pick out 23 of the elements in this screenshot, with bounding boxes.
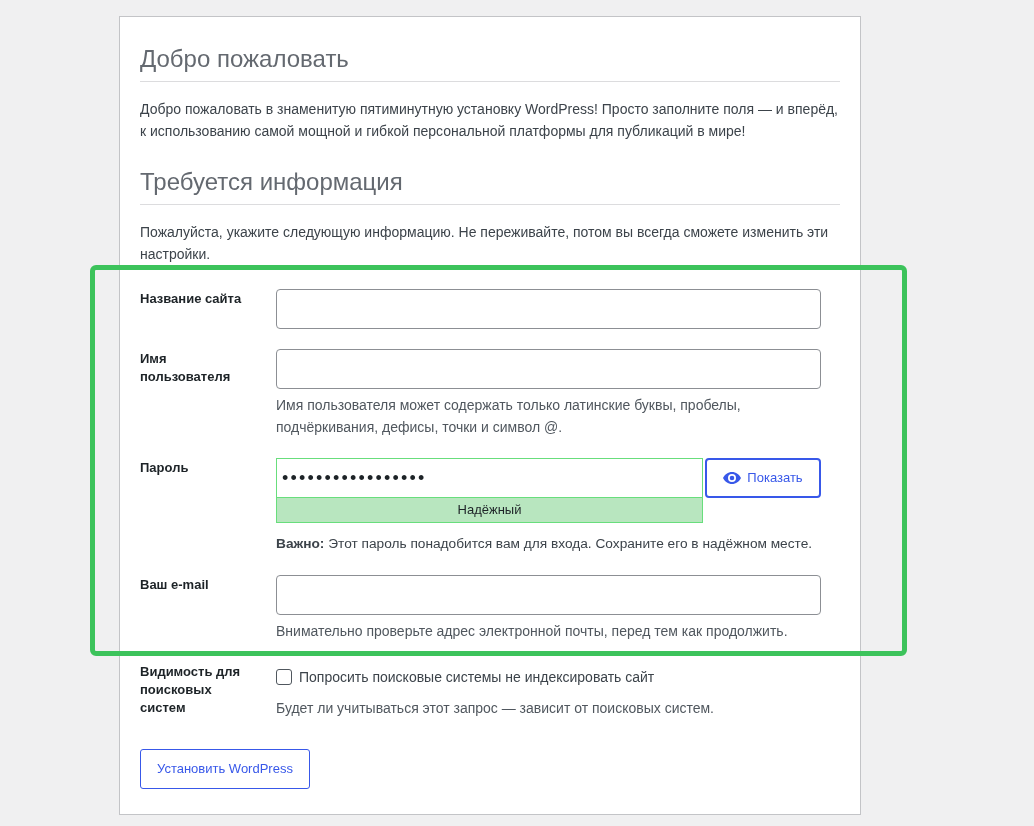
section-heading: Добро пожаловать: [140, 43, 840, 82]
field-label: Пароль: [140, 459, 190, 477]
intro-text: Добро пожаловать в знаменитую пятиминутную установку WordPress! Просто заполните поля — и вперёд, к использованию самой мощной и гибкой персональной платформы для публикаций в мире!: [140, 100, 839, 141]
intro-text: Пожалуйста, укажите следующую информацию. Не переживайте, потом вы всегда сможете изменить эти настройки.: [140, 223, 830, 264]
text-input[interactable]: [276, 349, 821, 389]
field-hint: Будет ли учитываться этот запрос — зависит от поисковых систем.: [276, 699, 715, 718]
checkbox[interactable]: [276, 669, 292, 685]
field-hint: Внимательно проверьте адрес электронной почты, перед тем как продолжить.: [276, 622, 789, 641]
eye-icon: [723, 472, 742, 484]
field-label: Имя пользователя: [140, 350, 232, 386]
show-password-button[interactable]: Показать: [705, 458, 821, 498]
text-input[interactable]: [276, 575, 821, 615]
strength-meter: Надёжный: [276, 498, 703, 523]
section-heading: Требуется информация: [140, 166, 840, 205]
field-label: Ваш e-mail: [140, 576, 210, 594]
field-label: Видимость для поисковых систем: [140, 663, 242, 717]
password-note: Важно: Этот пароль понадобится вам для входа. Сохраните его в надёжном месте.: [276, 535, 814, 553]
field-label: Название сайта: [140, 290, 243, 308]
text-input[interactable]: [276, 289, 821, 329]
checkbox-label[interactable]: Попросить поисковые системы не индексировать сайт: [299, 666, 655, 688]
password-input[interactable]: •••••••••••••••••: [276, 458, 703, 498]
field-hint: Имя пользователя может содержать только латинские буквы, пробелы, подчёркивания, дефисы, точки и символ @.: [276, 396, 742, 437]
install-button[interactable]: Установить WordPress: [140, 749, 310, 789]
